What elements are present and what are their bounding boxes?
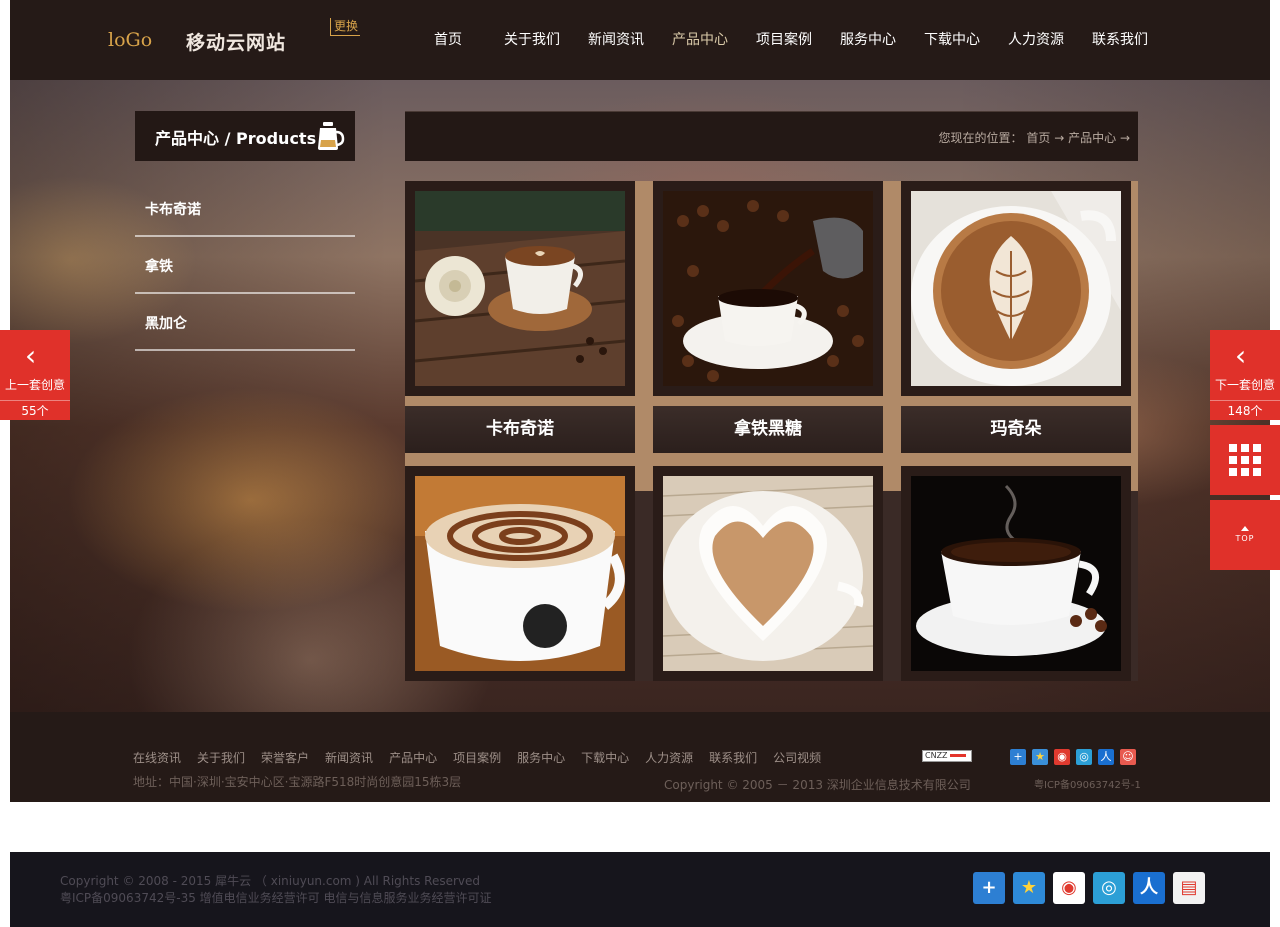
sidebar-item-blackcurrant[interactable]: 黑加仑 [135, 294, 355, 351]
product-card[interactable] [653, 466, 883, 681]
product-image-pouring-coffee [663, 191, 873, 386]
back-to-top-label: TOP [1235, 534, 1255, 543]
share-icons-large: + ★ ◉ ◎ 人 ▤ [973, 872, 1205, 904]
product-image-latte-art [911, 191, 1121, 386]
prev-template-label: 上一套创意 [4, 378, 65, 392]
site-footer: 在线资讯 关于我们 荣誉客户 新闻资讯 产品中心 项目案例 服务中心 下载中心 … [10, 712, 1270, 802]
weibo-icon[interactable]: ◉ [1053, 872, 1085, 904]
site-frame: loGo 移动云网站 更换 首页 关于我们 新闻资讯 产品中心 项目案例 服务中… [10, 0, 1270, 802]
product-image-steaming-coffee [911, 476, 1121, 671]
sohu-icon[interactable]: ☺ [1120, 749, 1136, 765]
tencent-weibo-icon[interactable]: ◎ [1076, 749, 1092, 765]
footer-link-products[interactable]: 产品中心 [389, 749, 437, 766]
sidebar-menu: 卡布奇诺 拿铁 黑加仑 [135, 180, 355, 351]
product-grid: 卡布奇诺 拿铁黑糖 玛奇朵 [405, 181, 1138, 681]
product-card[interactable] [901, 466, 1131, 681]
share-plus-icon[interactable]: + [1010, 749, 1026, 765]
breadcrumb-home-link[interactable]: 首页 [1026, 131, 1050, 145]
cnzz-label: CNZZ [925, 751, 948, 760]
product-card[interactable] [405, 181, 635, 396]
product-card[interactable] [901, 181, 1131, 396]
footer-icp: 粤ICP备09063742号-1 [1034, 780, 1141, 791]
breadcrumb: 您现在的位置： 首页 → 产品中心 → [405, 111, 1138, 161]
cnzz-badge[interactable]: CNZZ [922, 750, 972, 762]
next-template-label: 下一套创意 [1214, 378, 1275, 392]
grid-icon [1229, 444, 1261, 476]
nav-item-news[interactable]: 新闻资讯 [574, 30, 658, 50]
footer-address: 地址：中国·深圳·宝安中心区·宝源路F518时尚创意园15栋3层 [133, 775, 462, 789]
tencent-weibo-icon[interactable]: ◎ [1093, 872, 1125, 904]
nav-item-cases[interactable]: 项目案例 [742, 30, 826, 50]
sidebar-item-latte[interactable]: 拿铁 [135, 237, 355, 294]
nav-item-about[interactable]: 关于我们 [490, 30, 574, 50]
product-image-latte-heart-rose [414, 191, 626, 386]
product-name[interactable]: 卡布奇诺 [405, 406, 635, 453]
qzone-icon[interactable]: ★ [1013, 872, 1045, 904]
coffee-pot-icon [318, 122, 345, 150]
footer-nav: 在线资讯 关于我们 荣誉客户 新闻资讯 产品中心 项目案例 服务中心 下载中心 … [133, 749, 837, 766]
footer-copyright: Copyright © 2005 － 2013 深圳企业信息技术有限公司 [664, 778, 971, 792]
breadcrumb-prefix: 您现在的位置： [938, 131, 1023, 145]
top-bar: loGo 移动云网站 更换 首页 关于我们 新闻资讯 产品中心 项目案例 服务中… [10, 0, 1270, 80]
page-footer-copyright: Copyright © 2008 - 2015 犀牛云 （ xiniuyun.c… [60, 874, 481, 888]
nav-item-products[interactable]: 产品中心 [658, 30, 742, 50]
arrow-up-icon [1241, 526, 1249, 531]
back-to-top-button[interactable]: TOP [1210, 500, 1280, 570]
footer-link-about[interactable]: 关于我们 [197, 749, 245, 766]
footer-link-contact[interactable]: 联系我们 [709, 749, 757, 766]
footer-link-news[interactable]: 新闻资讯 [325, 749, 373, 766]
product-image-heart-cup [662, 476, 874, 671]
nav-item-home[interactable]: 首页 [406, 30, 490, 50]
page-footer-text: Copyright © 2008 - 2015 犀牛云 （ xiniuyun.c… [60, 873, 491, 907]
footer-link-cases[interactable]: 项目案例 [453, 749, 501, 766]
logo-mark: loGo [108, 29, 153, 51]
breadcrumb-separator: → [1054, 131, 1065, 145]
page-footer-license: 粤ICP备09063742号-35 增值电信业务经营许可 电信与信息服务业务经营… [60, 891, 492, 905]
prev-template-button[interactable]: ‹ 上一套创意 55个 [0, 330, 70, 420]
nav-item-contact[interactable]: 联系我们 [1078, 30, 1162, 50]
product-card[interactable] [653, 181, 883, 396]
footer-link-service[interactable]: 服务中心 [517, 749, 565, 766]
share-plus-icon[interactable]: + [973, 872, 1005, 904]
nav-item-hr[interactable]: 人力资源 [994, 30, 1078, 50]
next-template-button[interactable]: ‹ 下一套创意 148个 [1210, 330, 1280, 420]
product-image-cappuccino-flower [415, 476, 625, 671]
sidebar-title: 产品中心 / Products [135, 111, 355, 161]
prev-template-count: 55个 [0, 400, 70, 420]
footer-link-online-info[interactable]: 在线资讯 [133, 749, 181, 766]
renren-icon[interactable]: 人 [1098, 749, 1114, 765]
grid-menu-button[interactable] [1210, 425, 1280, 495]
footer-link-video[interactable]: 公司视频 [773, 749, 821, 766]
share-icons-small: + ★ ◉ ◎ 人 ☺ [1010, 749, 1136, 765]
weibo-icon[interactable]: ◉ [1054, 749, 1070, 765]
favorites-icon[interactable]: ▤ [1173, 872, 1205, 904]
logo-text: 移动云网站 [186, 32, 287, 54]
footer-link-hr[interactable]: 人力资源 [645, 749, 693, 766]
renren-icon[interactable]: 人 [1133, 872, 1165, 904]
next-template-count: 148个 [1210, 400, 1280, 420]
change-logo-link[interactable]: 更换 [330, 18, 361, 36]
breadcrumb-products-link[interactable]: 产品中心 [1068, 131, 1116, 145]
chevron-left-icon: ‹ [25, 339, 37, 372]
product-name[interactable]: 拿铁黑糖 [653, 406, 883, 453]
product-card[interactable] [405, 466, 635, 681]
nav-item-download[interactable]: 下载中心 [910, 30, 994, 50]
page-footer: Copyright © 2008 - 2015 犀牛云 （ xiniuyun.c… [10, 852, 1270, 927]
product-name[interactable]: 玛奇朵 [901, 406, 1131, 453]
logo[interactable]: loGo 移动云网站 更换 [108, 18, 378, 56]
breadcrumb-text: 您现在的位置： 首页 → 产品中心 → [939, 129, 1130, 146]
sidebar-title-text: 产品中心 / Products [155, 129, 317, 148]
chevron-left-icon: ‹ [1235, 339, 1247, 372]
breadcrumb-end-arrow: → [1119, 131, 1130, 145]
footer-link-download[interactable]: 下载中心 [581, 749, 629, 766]
footer-link-honor-clients[interactable]: 荣誉客户 [261, 749, 309, 766]
qzone-icon[interactable]: ★ [1032, 749, 1048, 765]
main-nav: 首页 关于我们 新闻资讯 产品中心 项目案例 服务中心 下载中心 人力资源 联系… [406, 30, 1162, 50]
sidebar-item-cappuccino[interactable]: 卡布奇诺 [135, 180, 355, 237]
nav-item-service[interactable]: 服务中心 [826, 30, 910, 50]
